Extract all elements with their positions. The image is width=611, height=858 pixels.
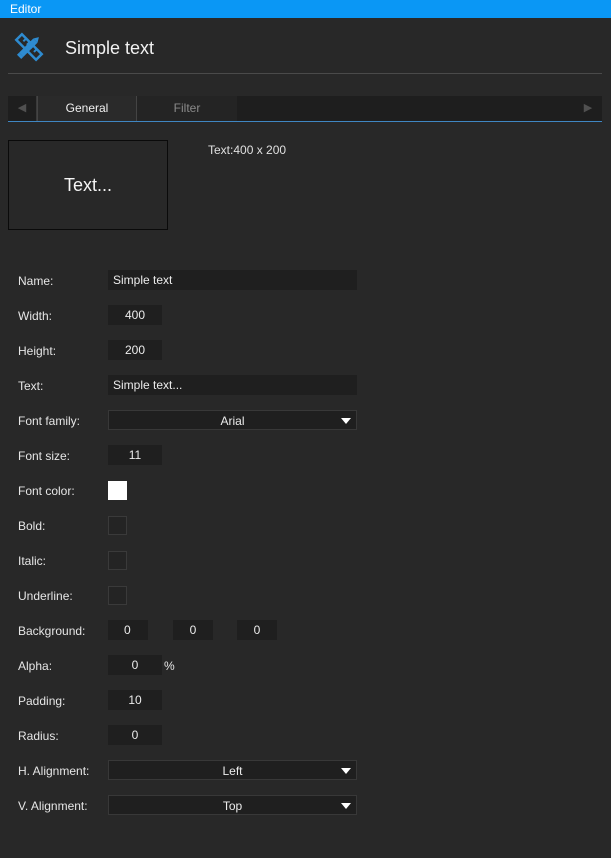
h-alignment-label: H. Alignment: bbox=[18, 764, 90, 778]
radius-label: Radius: bbox=[18, 729, 59, 743]
header-divider bbox=[8, 73, 602, 74]
alpha-unit: % bbox=[164, 659, 175, 673]
preview-text: Text... bbox=[63, 174, 112, 195]
font-size-input[interactable] bbox=[108, 445, 162, 465]
height-input[interactable] bbox=[108, 340, 162, 360]
v-alignment-value: Top bbox=[222, 799, 243, 813]
underline-checkbox[interactable] bbox=[108, 586, 127, 605]
bold-checkbox[interactable] bbox=[108, 516, 127, 535]
name-input[interactable] bbox=[108, 270, 357, 290]
font-family-label: Font family: bbox=[18, 414, 81, 428]
width-label: Width: bbox=[18, 309, 53, 323]
font-size-label: Font size: bbox=[18, 449, 71, 463]
background-label: Background: bbox=[18, 624, 86, 638]
chevron-down-icon bbox=[341, 768, 351, 774]
window-titlebar[interactable]: Editor bbox=[0, 0, 611, 18]
text-input[interactable] bbox=[108, 375, 357, 395]
italic-checkbox[interactable] bbox=[108, 551, 127, 570]
font-color-swatch[interactable] bbox=[108, 481, 127, 500]
background-r-input[interactable] bbox=[108, 620, 148, 640]
chevron-left-icon[interactable]: ◀ bbox=[8, 96, 36, 121]
width-input[interactable] bbox=[108, 305, 162, 325]
ruler-pencil-icon bbox=[12, 30, 46, 64]
font-color-label: Font color: bbox=[18, 484, 75, 498]
header-title: Simple text bbox=[65, 38, 155, 58]
background-b-input[interactable] bbox=[237, 620, 277, 640]
editor-header: Simple text bbox=[0, 18, 611, 74]
tab-general[interactable]: General bbox=[37, 96, 137, 121]
tab-filter[interactable]: Filter bbox=[137, 96, 237, 121]
chevron-right-icon[interactable]: ▶ bbox=[574, 96, 602, 121]
text-label: Text: bbox=[18, 379, 44, 393]
font-family-select[interactable]: Arial bbox=[108, 410, 357, 430]
chevron-down-icon bbox=[341, 803, 351, 809]
bold-label: Bold: bbox=[18, 519, 46, 533]
underline-label: Underline: bbox=[18, 589, 73, 603]
h-alignment-select[interactable]: Left bbox=[108, 760, 357, 780]
text-preview: Text... bbox=[8, 140, 168, 230]
v-alignment-label: V. Alignment: bbox=[18, 799, 88, 813]
background-g-input[interactable] bbox=[173, 620, 213, 640]
italic-label: Italic: bbox=[18, 554, 47, 568]
tab-bar: ◀ General Filter ▶ bbox=[8, 96, 602, 122]
preview-dimensions: Text:400 x 200 bbox=[208, 143, 287, 157]
padding-input[interactable] bbox=[108, 690, 162, 710]
window-title: Editor bbox=[10, 2, 42, 16]
v-alignment-select[interactable]: Top bbox=[108, 795, 357, 815]
chevron-down-icon bbox=[341, 418, 351, 424]
radius-input[interactable] bbox=[108, 725, 162, 745]
padding-label: Padding: bbox=[18, 694, 66, 708]
height-label: Height: bbox=[18, 344, 57, 358]
alpha-label: Alpha: bbox=[18, 659, 53, 673]
h-alignment-value: Left bbox=[222, 764, 243, 778]
font-family-value: Arial bbox=[220, 414, 245, 428]
name-label: Name: bbox=[18, 274, 54, 288]
alpha-input[interactable] bbox=[108, 655, 162, 675]
